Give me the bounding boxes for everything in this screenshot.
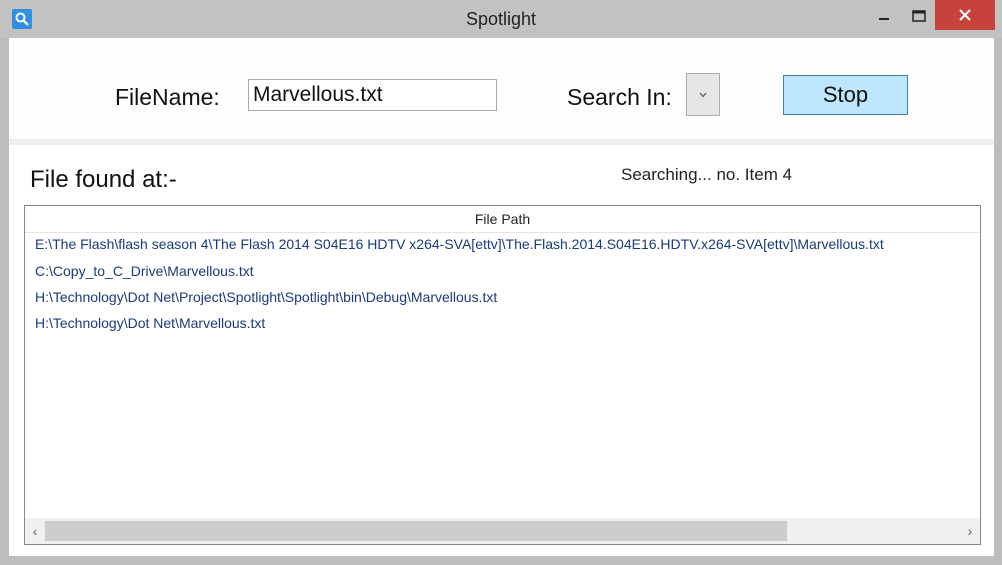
stop-button[interactable]: Stop <box>783 75 908 115</box>
list-item[interactable]: H:\Technology\Dot Net\Project\Spotlight\… <box>35 289 497 311</box>
search-status: Searching... no. Item 4 <box>621 165 793 184</box>
chevron-down-icon <box>699 92 707 97</box>
filename-input[interactable] <box>248 79 497 111</box>
column-header-file-path[interactable]: File Path <box>25 206 980 233</box>
title-bar[interactable]: Spotlight <box>0 0 1002 38</box>
list-item[interactable]: C:\Copy_to_C_Drive\Marvellous.txt <box>35 263 254 285</box>
list-item[interactable]: E:\The Flash\flash season 4\The Flash 20… <box>35 236 884 258</box>
list-item[interactable]: H:\Technology\Dot Net\Marvellous.txt <box>35 315 265 337</box>
search-in-dropdown[interactable] <box>686 73 720 116</box>
file-found-label: File found at:- <box>30 166 177 193</box>
minimize-button[interactable] <box>865 2 903 30</box>
horizontal-scrollbar[interactable]: ‹ › <box>25 518 980 544</box>
search-in-label: Search In: <box>567 84 672 110</box>
scroll-right-icon[interactable]: › <box>960 518 980 544</box>
maximize-icon <box>912 10 926 22</box>
window-title: Spotlight <box>465 9 537 29</box>
filename-label: FileName: <box>115 84 220 110</box>
client-area: FileName: Search In: Stop File found at:… <box>9 38 994 556</box>
scroll-left-icon[interactable]: ‹ <box>25 518 45 544</box>
spotlight-window: Spotlight FileName: Search In: Stop File… <box>0 0 1002 565</box>
close-button[interactable] <box>935 0 995 30</box>
scroll-thumb[interactable] <box>45 521 787 541</box>
maximize-button[interactable] <box>903 2 935 30</box>
results-list[interactable]: File Path E:\The Flash\flash season 4\Th… <box>24 205 981 545</box>
close-icon <box>959 9 971 21</box>
minimize-icon <box>879 18 889 20</box>
separator <box>9 139 994 145</box>
search-panel: FileName: Search In: Stop <box>9 38 994 139</box>
